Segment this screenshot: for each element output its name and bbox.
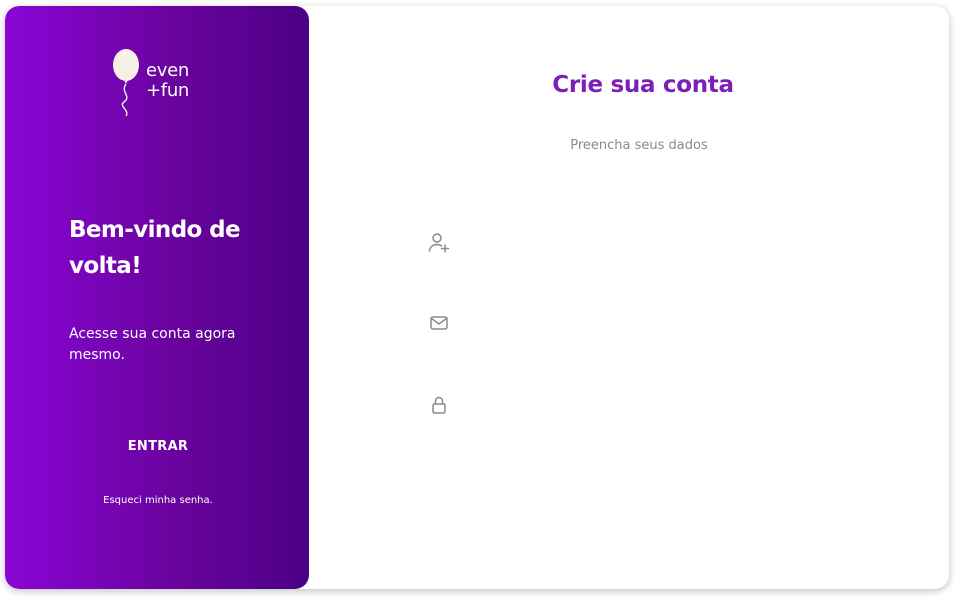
brand-line-2: +fun bbox=[146, 80, 190, 101]
welcome-panel: even +fun Bem-vindo de volta! Acesse sua… bbox=[5, 6, 309, 589]
mail-icon bbox=[427, 311, 451, 335]
email-field[interactable] bbox=[427, 308, 827, 338]
welcome-title: Bem-vindo de volta! bbox=[69, 217, 241, 279]
name-input[interactable] bbox=[461, 229, 827, 257]
enter-button[interactable]: ENTRAR bbox=[69, 434, 247, 458]
brand-line-1: even bbox=[146, 60, 190, 81]
password-input[interactable] bbox=[461, 391, 827, 419]
lock-icon bbox=[427, 393, 451, 417]
password-field[interactable] bbox=[427, 390, 827, 420]
welcome-subtitle: Acesse sua conta agora mesmo. bbox=[69, 326, 236, 363]
signup-form-panel: Crie sua conta Preencha seus dados bbox=[309, 6, 949, 589]
brand-logo: even +fun bbox=[112, 48, 212, 118]
form-title: Crie sua conta bbox=[552, 72, 734, 98]
forgot-password-link[interactable]: Esqueci minha senha. bbox=[69, 495, 247, 506]
user-plus-icon bbox=[427, 231, 451, 255]
email-input[interactable] bbox=[461, 309, 827, 337]
brand-wordmark: even +fun bbox=[146, 62, 189, 100]
name-field[interactable] bbox=[427, 228, 827, 258]
balloon-icon bbox=[113, 49, 139, 117]
signup-card: even +fun Bem-vindo de volta! Acesse sua… bbox=[5, 6, 949, 589]
form-subtitle: Preencha seus dados bbox=[570, 138, 708, 153]
